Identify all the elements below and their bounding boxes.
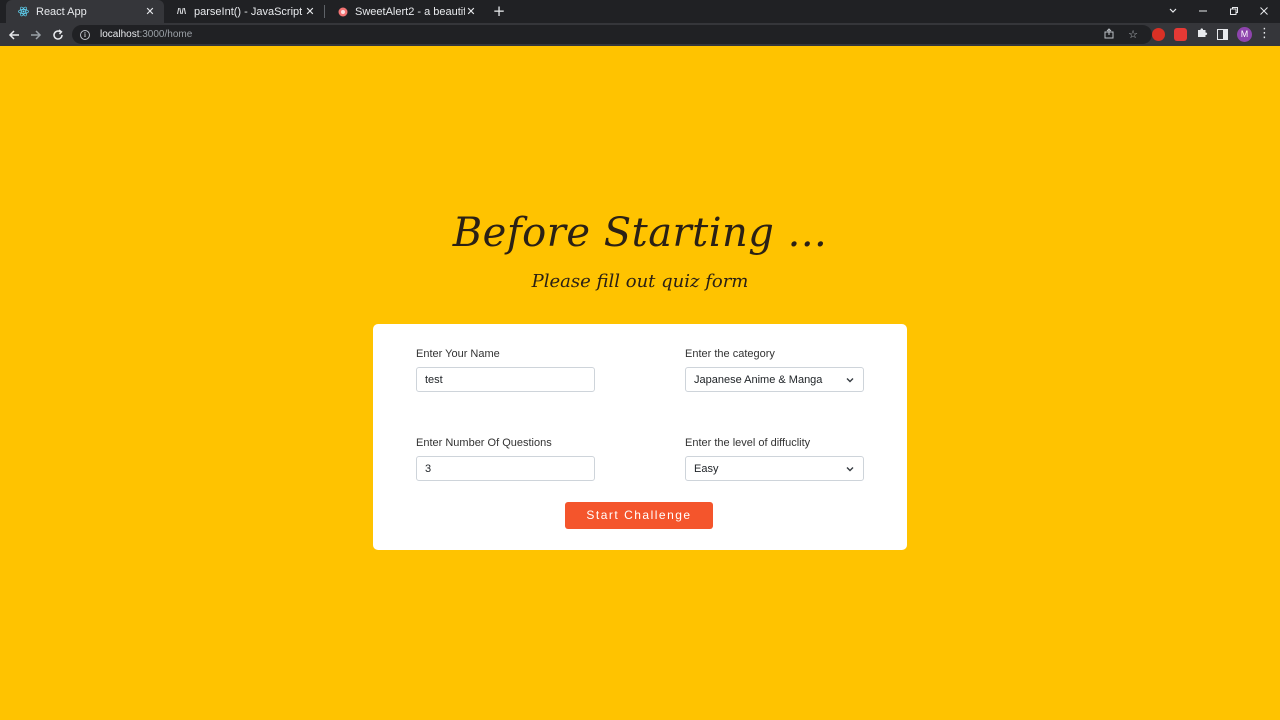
category-selected-value: Japanese Anime & Manga: [694, 373, 823, 386]
sweetalert-icon: [337, 6, 348, 17]
questions-input[interactable]: [416, 456, 595, 481]
address-bar[interactable]: i localhost:3000/home ☆: [72, 25, 1152, 44]
difficulty-selected-value: Easy: [694, 462, 719, 475]
tab-strip: React App ✕ /\/\ parseInt() - JavaScript…: [0, 0, 1280, 23]
category-label: Enter the category: [685, 348, 775, 360]
more-menu-icon[interactable]: ⋮: [1258, 26, 1271, 42]
close-tab-icon[interactable]: ✕: [465, 5, 477, 18]
browser-toolbar: i localhost:3000/home ☆ M ⋮: [0, 23, 1280, 46]
side-panel-icon[interactable]: [1217, 29, 1228, 40]
name-label: Enter Your Name: [416, 348, 500, 360]
reload-icon[interactable]: [49, 26, 67, 44]
bookmark-star-icon[interactable]: ☆: [1126, 28, 1140, 42]
tab-mdn[interactable]: /\/\ parseInt() - JavaScript | MDN ✕: [164, 0, 324, 23]
close-tab-icon[interactable]: ✕: [304, 5, 316, 18]
page-title: Before Starting ...: [452, 210, 828, 256]
url-host: localhost: [100, 29, 140, 40]
extension-icon[interactable]: [1174, 28, 1187, 41]
difficulty-label: Enter the level of diffuclity: [685, 437, 811, 449]
close-window-icon[interactable]: [1249, 0, 1279, 23]
tab-title: React App: [36, 5, 87, 18]
category-select[interactable]: Japanese Anime & Manga: [685, 367, 864, 392]
share-icon[interactable]: [1102, 28, 1116, 42]
extension-icon[interactable]: [1152, 28, 1165, 41]
close-tab-icon[interactable]: ✕: [144, 5, 156, 18]
chevron-down-icon: [845, 464, 855, 474]
page-subtitle: Please fill out quiz form: [531, 271, 749, 292]
mdn-icon: /\/\: [177, 7, 186, 16]
questions-label: Enter Number Of Questions: [416, 437, 552, 449]
profile-avatar[interactable]: M: [1237, 27, 1252, 42]
extensions-puzzle-icon[interactable]: [1194, 26, 1210, 41]
tab-sweetalert[interactable]: SweetAlert2 - a beautiful, respon ✕: [325, 0, 485, 23]
tab-search-icon[interactable]: [1158, 0, 1188, 23]
chevron-down-icon: [845, 375, 855, 385]
name-input[interactable]: [416, 367, 595, 392]
minimize-icon[interactable]: [1188, 0, 1218, 23]
url-text[interactable]: localhost:3000/home: [100, 29, 192, 40]
forward-icon[interactable]: [27, 26, 45, 44]
tab-title: parseInt() - JavaScript | MDN: [194, 5, 304, 18]
quiz-form-card: Enter Your Name Enter the category Japan…: [373, 324, 907, 550]
react-icon: [18, 6, 29, 17]
start-challenge-button[interactable]: Start Challenge: [565, 502, 713, 529]
tab-title: SweetAlert2 - a beautiful, respon: [355, 5, 465, 18]
new-tab-icon[interactable]: +: [490, 2, 508, 20]
difficulty-select[interactable]: Easy: [685, 456, 864, 481]
tab-react-app[interactable]: React App ✕: [6, 0, 164, 23]
back-icon[interactable]: [5, 26, 23, 44]
url-path: :3000/home: [139, 29, 193, 40]
site-info-icon[interactable]: i: [80, 29, 90, 40]
restore-icon[interactable]: [1219, 0, 1249, 23]
